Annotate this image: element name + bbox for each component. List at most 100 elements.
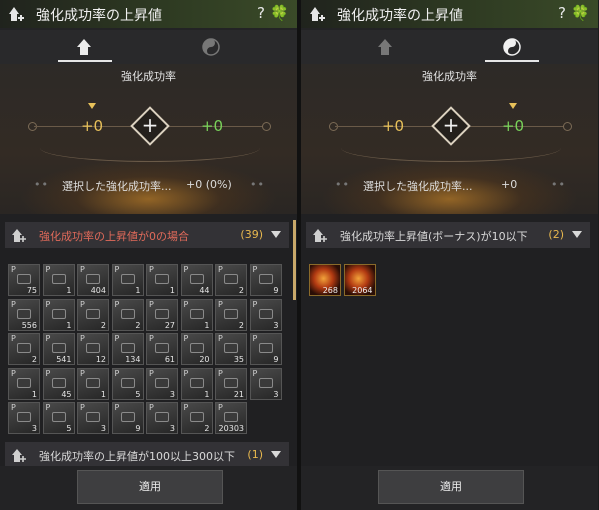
- item-count: 3: [273, 320, 279, 330]
- scroll-icon: [258, 274, 273, 284]
- bonus-item-slot[interactable]: 2064: [343, 264, 376, 296]
- apply-button[interactable]: 適用: [77, 470, 223, 504]
- item-count: 556: [21, 320, 37, 330]
- item-slot[interactable]: P9: [111, 402, 144, 434]
- item-slot[interactable]: P3: [146, 402, 178, 434]
- item-grade-label: P: [45, 265, 51, 274]
- item-grade-label: P: [114, 368, 120, 378]
- item-slot[interactable]: P1: [77, 367, 109, 400]
- selected-rate-row: •• 選択した強化成功率... +0 (0%) ••: [0, 178, 297, 196]
- item-grade-label: P: [80, 299, 85, 309]
- item-slot[interactable]: P 75: [8, 264, 40, 296]
- item-slot[interactable]: P1: [111, 264, 144, 296]
- scroll-icon: [17, 412, 31, 422]
- item-slot[interactable]: P 27: [146, 298, 178, 331]
- scroll-icon: [258, 377, 273, 388]
- item-slot[interactable]: P3: [146, 367, 178, 400]
- title-bar: 強化成功率の上昇値 ? 🍀: [0, 0, 297, 28]
- tab-bonus[interactable]: [467, 30, 557, 64]
- help-icon[interactable]: ?: [257, 4, 265, 22]
- item-count: 2: [135, 320, 141, 330]
- item-slot[interactable]: P3: [249, 367, 282, 400]
- dot-decoration: ••: [551, 178, 566, 191]
- item-slot[interactable]: P 20: [180, 333, 213, 365]
- item-slot[interactable]: P3: [77, 402, 109, 434]
- item-slot[interactable]: P2: [215, 264, 247, 296]
- item-count: 1: [100, 389, 106, 399]
- group-header-range[interactable]: 強化成功率の上昇値が100以上300以下 (1): [5, 442, 289, 468]
- bonus-item-slot[interactable]: 268: [309, 264, 341, 296]
- item-slot[interactable]: P 134: [111, 333, 144, 365]
- item-slot[interactable]: P9: [249, 333, 282, 365]
- item-slot[interactable]: P 45: [42, 367, 75, 400]
- item-slot[interactable]: P2: [77, 298, 109, 331]
- scroll-icon: [86, 343, 100, 353]
- material-list[interactable]: 強化成功率の上昇値が0の場合 (39) P 75 P 1 P 404 P 1 P 1 P 44 P 2 P 9…: [0, 214, 297, 468]
- item-slot[interactable]: P1: [8, 367, 40, 400]
- item-slot[interactable]: P2: [180, 402, 213, 434]
- item-grade-label: P: [183, 403, 189, 412]
- scroll-icon: [120, 308, 135, 319]
- plus-icon: +: [442, 113, 460, 137]
- item-count: 27: [164, 320, 175, 330]
- item-count: 541: [56, 355, 72, 364]
- footer: 適用: [301, 466, 598, 510]
- clover-icon[interactable]: 🍀: [270, 4, 289, 22]
- group-header-bonus[interactable]: 強化成功率上昇値(ボーナス)が10以下 (2): [306, 222, 590, 248]
- enhance-panel-left: 強化成功率の上昇値 ? 🍀 強化成功率 +0 + +0 •• 選択した強化成功率…: [0, 0, 297, 510]
- item-slot[interactable]: P2: [111, 298, 144, 331]
- enhance-arrow-icon: [77, 39, 91, 55]
- item-grade-label: P: [80, 265, 85, 274]
- item-slot[interactable]: P2: [215, 298, 247, 331]
- item-slot[interactable]: P 44: [180, 264, 213, 296]
- group-count: (39): [240, 228, 263, 241]
- scroll-icon: [17, 377, 31, 388]
- item-slot[interactable]: P9: [249, 264, 282, 296]
- item-slot[interactable]: P 556: [8, 298, 40, 331]
- clover-icon[interactable]: 🍀: [571, 4, 590, 22]
- item-slot[interactable]: P1: [180, 298, 213, 331]
- item-slot[interactable]: P 35: [215, 333, 247, 365]
- item-slot[interactable]: P2: [8, 333, 40, 365]
- group-header-zero[interactable]: 強化成功率の上昇値が0の場合 (39): [5, 222, 289, 248]
- item-count: 3: [31, 424, 37, 433]
- item-grade-label: P: [252, 265, 258, 274]
- chevron-down-icon: [572, 231, 582, 238]
- scroll-icon: [155, 308, 169, 319]
- item-slot[interactable]: P 541: [42, 333, 75, 365]
- item-count: 9: [273, 355, 279, 364]
- scroll-icon: [224, 308, 238, 319]
- item-slot[interactable]: P 20303: [215, 402, 247, 434]
- tab-enhance[interactable]: [341, 30, 431, 64]
- apply-button[interactable]: 適用: [378, 470, 524, 504]
- item-slot[interactable]: P1: [146, 264, 178, 296]
- scroll-icon: [86, 308, 100, 319]
- item-slot[interactable]: P 404: [77, 264, 109, 296]
- scroll-icon: [51, 377, 66, 388]
- item-slot[interactable]: P5: [42, 402, 75, 434]
- item-count: 1: [169, 286, 175, 295]
- item-slot[interactable]: P5: [111, 367, 144, 400]
- item-slot[interactable]: P1: [42, 264, 75, 296]
- item-slot[interactable]: P 21: [215, 367, 247, 400]
- item-grade-label: P: [252, 299, 258, 309]
- item-grade-label: P: [149, 265, 154, 274]
- material-list[interactable]: 強化成功率上昇値(ボーナス)が10以下 (2) 268 2064: [301, 214, 598, 466]
- scroll-icon: [51, 274, 66, 284]
- tab-bonus[interactable]: [166, 30, 256, 64]
- scroll-icon: [51, 412, 66, 422]
- scroll-icon: [224, 343, 238, 353]
- item-slot[interactable]: P3: [249, 298, 282, 331]
- help-icon[interactable]: ?: [558, 4, 566, 22]
- item-slot[interactable]: P 12: [77, 333, 109, 365]
- item-slot[interactable]: P 61: [146, 333, 178, 365]
- scrollbar[interactable]: [293, 220, 296, 300]
- item-grade-label: P: [218, 265, 223, 274]
- scroll-icon: [120, 343, 135, 353]
- item-grade-label: P: [11, 368, 16, 378]
- item-slot[interactable]: P3: [8, 402, 40, 434]
- item-slot[interactable]: P1: [42, 298, 75, 331]
- scroll-icon: [120, 274, 135, 284]
- tab-enhance[interactable]: [40, 30, 130, 64]
- item-slot[interactable]: P1: [180, 367, 213, 400]
